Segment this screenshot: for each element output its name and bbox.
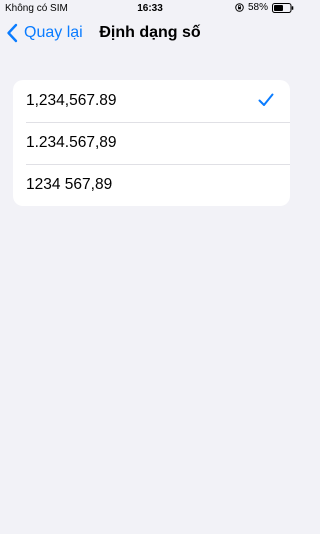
- battery-icon: [272, 2, 294, 13]
- checkmark-icon: [258, 93, 274, 106]
- navigation-bar: Quay lại Định dạng số: [0, 18, 300, 52]
- status-bar: Không có SIM 16:33 58%: [0, 0, 300, 18]
- option-row[interactable]: 1234 567,89: [13, 164, 290, 206]
- battery-percent: 58%: [247, 2, 268, 13]
- orientation-lock-icon: [235, 3, 244, 12]
- option-row[interactable]: 1,234,567.89: [13, 80, 290, 122]
- number-format-list: 1,234,567.89 1.234.567,89 1234 567,89: [13, 80, 290, 206]
- page-title: Định dạng số: [99, 24, 201, 41]
- option-label: 1.234.567,89: [26, 134, 117, 151]
- status-indicators: 58%: [235, 2, 294, 13]
- option-label: 1,234,567.89: [26, 92, 117, 109]
- option-label: 1234 567,89: [26, 176, 113, 193]
- option-row[interactable]: 1.234.567,89: [13, 122, 290, 164]
